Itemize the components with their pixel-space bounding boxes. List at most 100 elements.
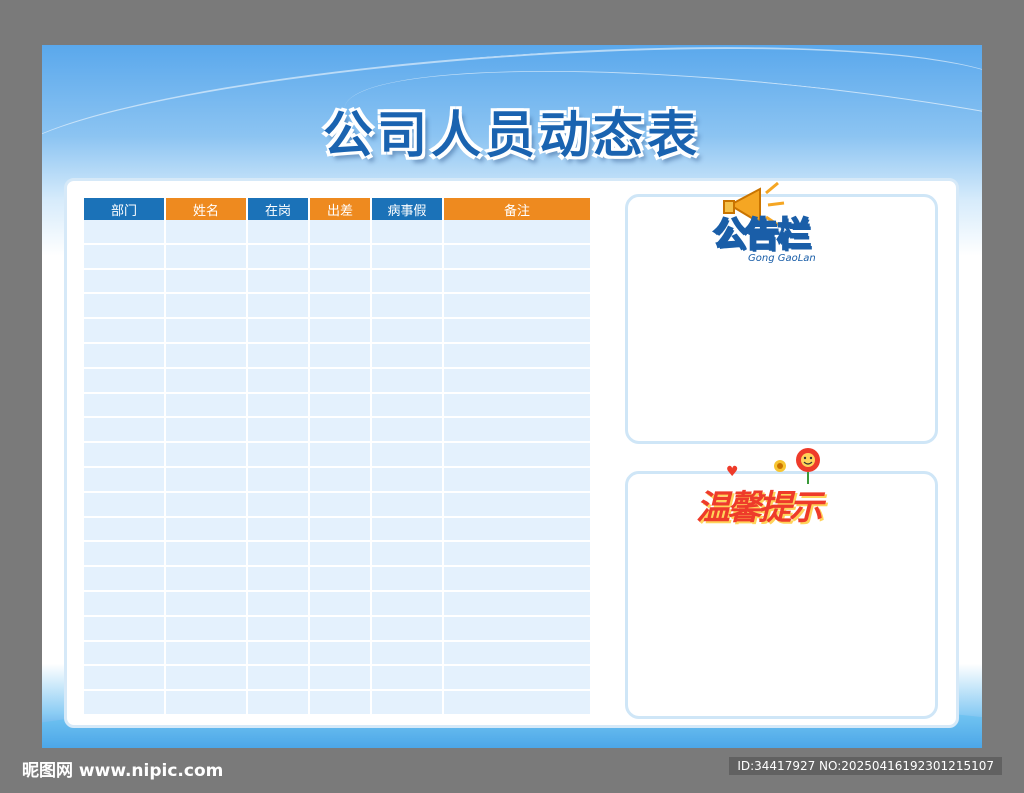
table-cell[interactable] — [248, 244, 310, 270]
table-cell[interactable] — [166, 368, 248, 394]
table-cell[interactable] — [166, 542, 248, 568]
table-cell[interactable] — [248, 691, 310, 716]
table-cell[interactable] — [310, 517, 372, 543]
table-cell[interactable] — [248, 269, 310, 295]
table-cell[interactable] — [84, 666, 166, 692]
table-cell[interactable] — [310, 343, 372, 369]
table-cell[interactable] — [84, 220, 166, 245]
table-cell[interactable] — [166, 641, 248, 667]
table-cell[interactable] — [372, 418, 444, 444]
table-cell[interactable] — [310, 393, 372, 419]
table-cell[interactable] — [310, 492, 372, 518]
table-cell[interactable] — [444, 368, 592, 394]
table-cell[interactable] — [84, 641, 166, 667]
table-cell[interactable] — [166, 567, 248, 592]
table-cell[interactable] — [444, 294, 592, 320]
table-cell[interactable] — [372, 368, 444, 394]
table-cell[interactable] — [310, 443, 372, 468]
table-cell[interactable] — [248, 542, 310, 568]
table-cell[interactable] — [166, 319, 248, 344]
table-cell[interactable] — [310, 567, 372, 592]
table-cell[interactable] — [372, 443, 444, 468]
table-cell[interactable] — [444, 343, 592, 369]
table-cell[interactable] — [248, 294, 310, 320]
table-cell[interactable] — [84, 319, 166, 344]
table-cell[interactable] — [372, 269, 444, 295]
table-cell[interactable] — [444, 269, 592, 295]
table-cell[interactable] — [84, 393, 166, 419]
table-cell[interactable] — [310, 418, 372, 444]
table-cell[interactable] — [372, 319, 444, 344]
table-cell[interactable] — [372, 393, 444, 419]
table-cell[interactable] — [372, 691, 444, 716]
table-cell[interactable] — [310, 244, 372, 270]
table-cell[interactable] — [372, 220, 444, 245]
table-cell[interactable] — [310, 368, 372, 394]
table-cell[interactable] — [84, 418, 166, 444]
table-cell[interactable] — [166, 591, 248, 617]
table-cell[interactable] — [444, 244, 592, 270]
table-cell[interactable] — [310, 691, 372, 716]
table-cell[interactable] — [372, 666, 444, 692]
table-cell[interactable] — [372, 244, 444, 270]
table-cell[interactable] — [310, 666, 372, 692]
table-cell[interactable] — [248, 666, 310, 692]
table-cell[interactable] — [248, 517, 310, 543]
table-cell[interactable] — [444, 443, 592, 468]
table-cell[interactable] — [372, 616, 444, 642]
table-cell[interactable] — [84, 492, 166, 518]
table-cell[interactable] — [444, 542, 592, 568]
table-cell[interactable] — [84, 244, 166, 270]
table-cell[interactable] — [248, 319, 310, 344]
table-cell[interactable] — [372, 517, 444, 543]
table-cell[interactable] — [372, 467, 444, 493]
table-cell[interactable] — [166, 343, 248, 369]
table-cell[interactable] — [84, 591, 166, 617]
table-cell[interactable] — [310, 269, 372, 295]
table-cell[interactable] — [372, 567, 444, 592]
table-cell[interactable] — [84, 542, 166, 568]
table-cell[interactable] — [444, 641, 592, 667]
table-cell[interactable] — [310, 591, 372, 617]
table-cell[interactable] — [248, 443, 310, 468]
table-cell[interactable] — [444, 567, 592, 592]
table-cell[interactable] — [248, 616, 310, 642]
table-cell[interactable] — [166, 418, 248, 444]
table-cell[interactable] — [166, 220, 248, 245]
table-cell[interactable] — [310, 616, 372, 642]
table-cell[interactable] — [84, 443, 166, 468]
table-cell[interactable] — [372, 641, 444, 667]
table-cell[interactable] — [248, 567, 310, 592]
table-cell[interactable] — [248, 343, 310, 369]
table-cell[interactable] — [444, 393, 592, 419]
table-cell[interactable] — [166, 393, 248, 419]
table-cell[interactable] — [310, 319, 372, 344]
table-cell[interactable] — [166, 492, 248, 518]
table-cell[interactable] — [372, 542, 444, 568]
table-cell[interactable] — [166, 616, 248, 642]
table-cell[interactable] — [310, 220, 372, 245]
table-cell[interactable] — [444, 666, 592, 692]
table-cell[interactable] — [444, 517, 592, 543]
table-cell[interactable] — [444, 319, 592, 344]
table-cell[interactable] — [310, 467, 372, 493]
table-cell[interactable] — [84, 467, 166, 493]
table-cell[interactable] — [372, 492, 444, 518]
table-cell[interactable] — [248, 467, 310, 493]
table-cell[interactable] — [84, 616, 166, 642]
table-cell[interactable] — [84, 343, 166, 369]
table-cell[interactable] — [444, 467, 592, 493]
table-cell[interactable] — [248, 492, 310, 518]
table-cell[interactable] — [372, 294, 444, 320]
table-cell[interactable] — [372, 591, 444, 617]
table-cell[interactable] — [84, 368, 166, 394]
table-cell[interactable] — [166, 244, 248, 270]
table-cell[interactable] — [444, 616, 592, 642]
table-cell[interactable] — [248, 591, 310, 617]
table-cell[interactable] — [372, 343, 444, 369]
table-cell[interactable] — [444, 220, 592, 245]
table-cell[interactable] — [444, 591, 592, 617]
table-cell[interactable] — [84, 567, 166, 592]
table-cell[interactable] — [166, 666, 248, 692]
table-cell[interactable] — [84, 269, 166, 295]
